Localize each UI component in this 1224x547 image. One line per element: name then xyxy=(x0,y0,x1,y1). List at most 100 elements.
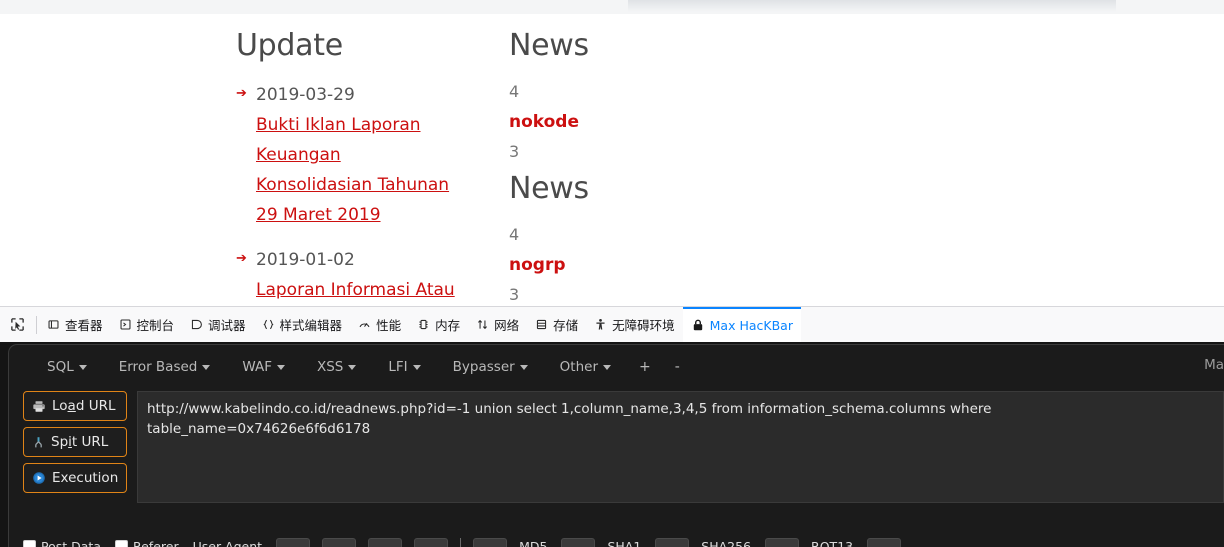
update-link-line[interactable]: Konsolidasian Tahunan xyxy=(256,170,486,200)
news-block: News 4 nokode 3 xyxy=(509,28,749,167)
arrow-icon: ➔ xyxy=(236,85,247,100)
tab-style-editor[interactable]: 样式编辑器 xyxy=(254,307,351,342)
add-tab-button[interactable]: + xyxy=(627,355,663,379)
option-mini-button[interactable] xyxy=(276,538,311,547)
tab-debugger[interactable]: 调试器 xyxy=(182,307,254,342)
menu-xss[interactable]: XSS xyxy=(301,355,372,379)
news-value: nokode xyxy=(509,112,580,132)
menu-waf[interactable]: WAF xyxy=(226,355,301,379)
encoder-label: SHA1 xyxy=(607,538,642,547)
lock-icon xyxy=(691,318,705,332)
hackbar-body: Load URL Spit URL Execution http://www.k… xyxy=(9,389,1224,503)
menu-sql[interactable]: SQL xyxy=(31,355,103,379)
option-mini-button[interactable] xyxy=(322,538,357,547)
checkbox-label: User Agent xyxy=(192,538,263,547)
option-mini-button[interactable] xyxy=(561,538,596,547)
tab-label: 内存 xyxy=(435,318,461,333)
encoder-label: MD5 xyxy=(519,538,548,547)
tab-label: 存储 xyxy=(553,318,579,333)
encoder-sha256[interactable]: SHA256 xyxy=(701,539,751,547)
encoder-md5[interactable]: MD5 xyxy=(519,539,547,547)
load-url-label: Load URL xyxy=(52,398,116,414)
remove-tab-button[interactable]: - xyxy=(663,355,692,379)
checkbox-label: Referer xyxy=(132,538,179,547)
load-url-icon xyxy=(32,400,46,413)
tab-label: 性能 xyxy=(376,318,402,333)
update-item: ➔ 2019-01-02 Laporan Informasi Atau xyxy=(236,246,486,305)
tab-label: 控制台 xyxy=(136,318,175,333)
tab-network[interactable]: 网络 xyxy=(468,307,527,342)
console-icon xyxy=(119,318,132,331)
update-column: Update ➔ 2019-03-29 Bukti Iklan Laporan … xyxy=(236,28,486,306)
menu-other[interactable]: Other xyxy=(544,355,627,379)
hackbar-options-row: Post Data Referer User Agent MD5 SHA1 SH… xyxy=(23,538,1223,547)
tab-max-hackbar[interactable]: Max HacKBar xyxy=(682,307,801,342)
chevron-down-icon xyxy=(603,364,612,370)
accessibility-icon xyxy=(594,318,607,331)
option-mini-button[interactable] xyxy=(414,538,449,547)
hackbar-menubar: SQL Error Based WAF XSS LFI Bypasser Oth… xyxy=(9,345,1224,389)
element-picker-icon[interactable] xyxy=(0,307,34,342)
debugger-icon xyxy=(190,318,203,331)
update-link-line[interactable]: Keuangan xyxy=(256,140,486,170)
encoder-rot13[interactable]: ROT13 xyxy=(811,539,853,547)
tab-storage[interactable]: 存储 xyxy=(527,307,586,342)
url-input[interactable] xyxy=(137,391,1224,503)
update-link-line[interactable]: 29 Maret 2019 xyxy=(256,200,486,230)
checkbox-user-agent[interactable]: User Agent xyxy=(193,539,262,547)
option-mini-button[interactable] xyxy=(368,538,403,547)
execution-label: Execution xyxy=(52,470,119,486)
news-number: 4 xyxy=(509,82,520,101)
performance-icon xyxy=(358,318,371,331)
hackbar-panel: SQL Error Based WAF XSS LFI Bypasser Oth… xyxy=(0,342,1224,547)
encoder-label: SHA256 xyxy=(701,538,752,547)
tab-label: 调试器 xyxy=(208,318,246,333)
chevron-down-icon xyxy=(78,364,87,370)
news-value: nogrp xyxy=(509,255,566,275)
tab-memory[interactable]: 内存 xyxy=(409,307,468,342)
checkbox-box[interactable] xyxy=(114,539,128,547)
arrow-icon: ➔ xyxy=(236,250,247,265)
menu-lfi[interactable]: LFI xyxy=(372,355,436,379)
menu-bypasser[interactable]: Bypasser xyxy=(437,355,544,379)
update-heading: Update xyxy=(236,28,343,63)
web-page-content: Update ➔ 2019-03-29 Bukti Iklan Laporan … xyxy=(0,14,1224,306)
tab-label: 网络 xyxy=(494,318,520,333)
tab-inspector[interactable]: 查看器 xyxy=(39,307,111,342)
screenshot-root: Update ➔ 2019-03-29 Bukti Iklan Laporan … xyxy=(0,0,1224,547)
encoder-sha1[interactable]: SHA1 xyxy=(607,539,641,547)
news-number: 3 xyxy=(509,285,520,304)
menu-label: Other xyxy=(559,359,599,375)
chevron-down-icon xyxy=(348,364,357,370)
memory-icon xyxy=(417,318,430,331)
hackbar-action-buttons: Load URL Spit URL Execution xyxy=(23,389,127,503)
spit-url-button[interactable]: Spit URL xyxy=(23,427,127,457)
chevron-down-icon xyxy=(276,364,285,370)
load-url-button[interactable]: Load URL xyxy=(23,391,127,421)
browser-chrome-sliver xyxy=(0,0,1224,14)
hackbar-inner: SQL Error Based WAF XSS LFI Bypasser Oth… xyxy=(8,344,1224,547)
update-link-line[interactable]: Bukti Iklan Laporan xyxy=(256,110,486,140)
update-link-line[interactable]: Laporan Informasi Atau xyxy=(256,275,486,305)
option-mini-button[interactable] xyxy=(655,538,690,547)
update-item: ➔ 2019-03-29 Bukti Iklan Laporan Keuanga… xyxy=(236,81,486,230)
network-icon xyxy=(476,318,489,331)
tab-console[interactable]: 控制台 xyxy=(111,307,183,342)
devtools-toolbar: 查看器 控制台 调试器 样式编辑器 性能 内存 网络 存储 无障碍环境 Max … xyxy=(0,306,1224,342)
option-mini-button[interactable] xyxy=(765,538,800,547)
news-heading: News xyxy=(509,171,589,206)
spit-url-label: Spit URL xyxy=(51,434,109,450)
option-mini-button[interactable] xyxy=(473,538,508,547)
menu-error-based[interactable]: Error Based xyxy=(103,355,227,379)
option-mini-button[interactable] xyxy=(867,538,902,547)
checkbox-referer[interactable]: Referer xyxy=(114,538,179,547)
options-divider xyxy=(460,538,462,547)
menu-label: LFI xyxy=(388,359,408,375)
checkbox-post-data[interactable]: Post Data xyxy=(23,539,101,547)
tab-performance[interactable]: 性能 xyxy=(350,307,409,342)
chrome-shadow xyxy=(628,0,1116,12)
chevron-down-icon xyxy=(519,364,528,370)
checkbox-box[interactable] xyxy=(23,539,36,547)
execution-button[interactable]: Execution xyxy=(23,463,127,493)
tab-accessibility[interactable]: 无障碍环境 xyxy=(586,307,683,342)
